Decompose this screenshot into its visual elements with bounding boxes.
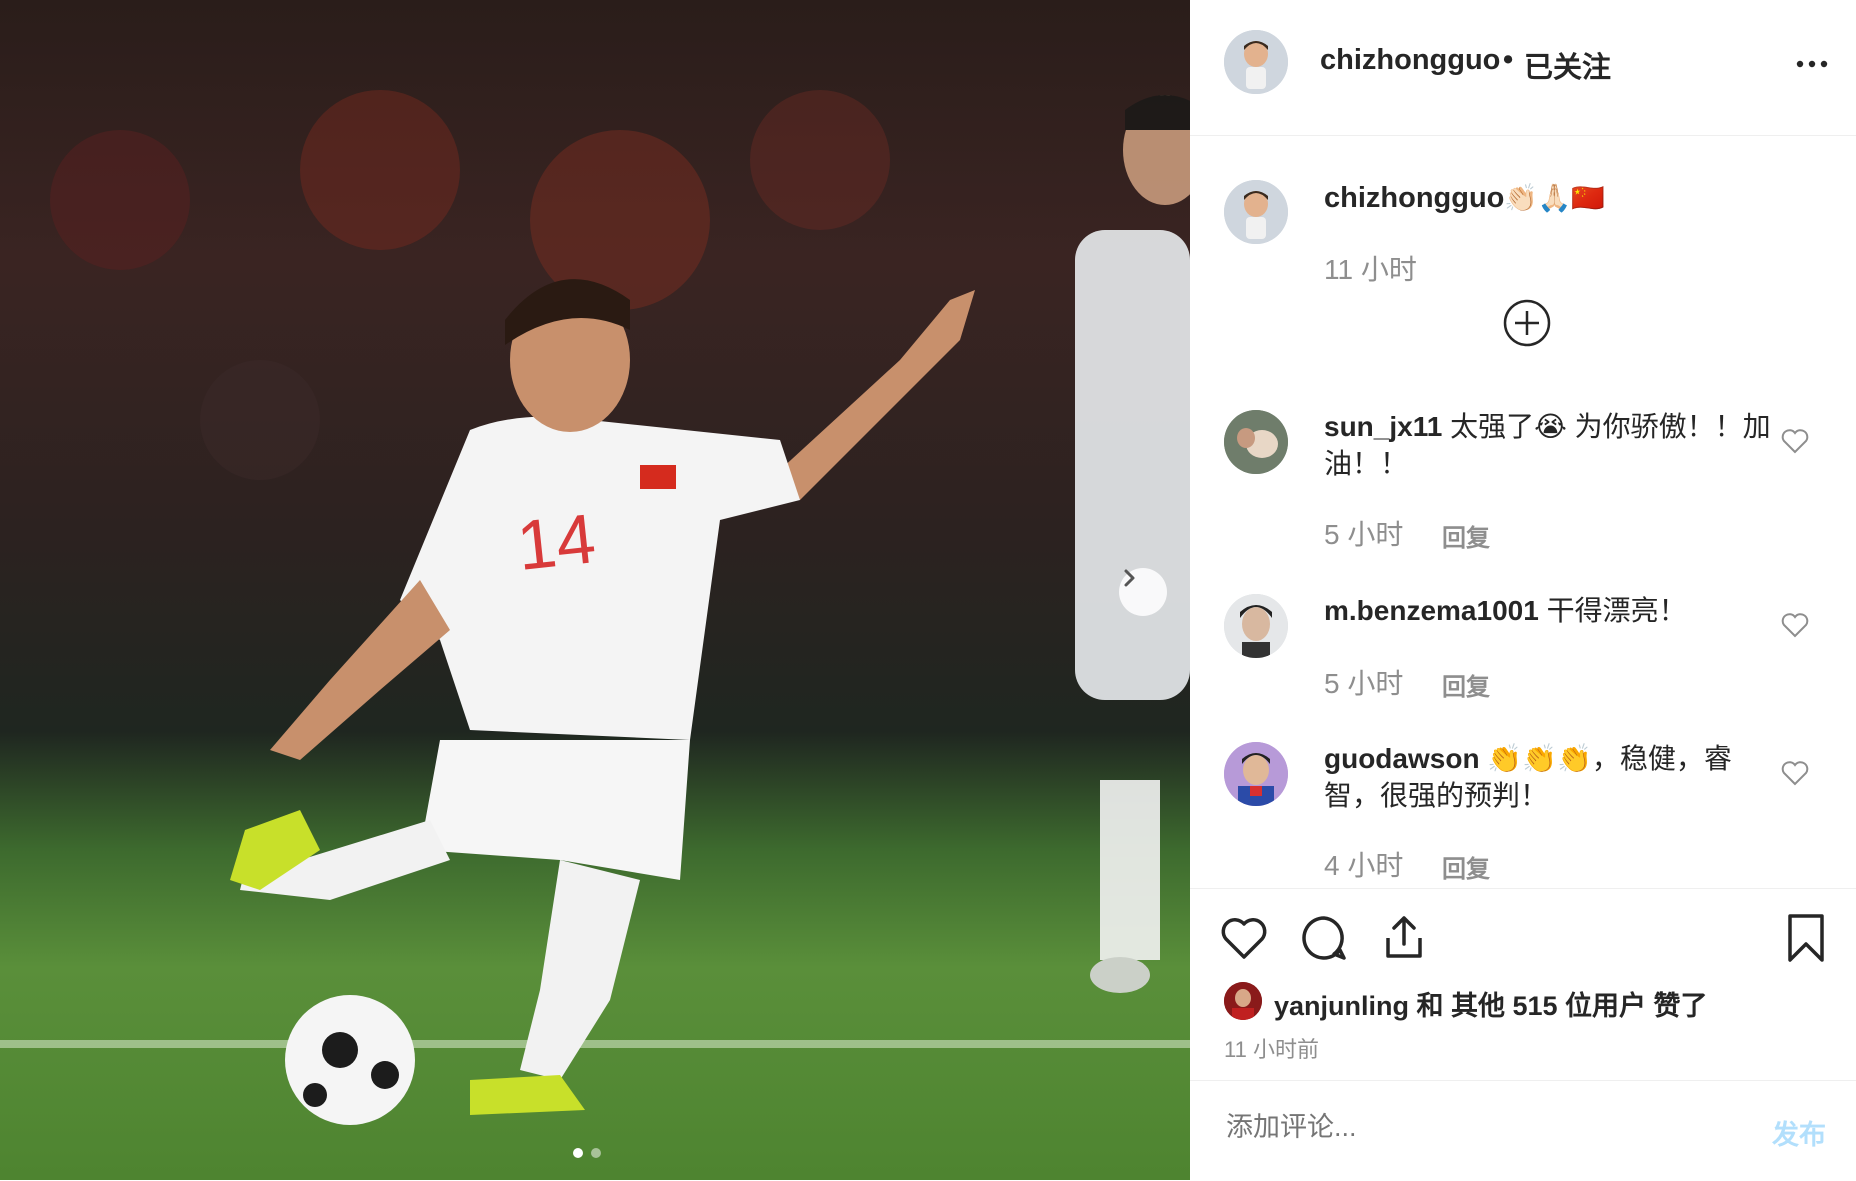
liker-username[interactable]: yanjunling — [1274, 991, 1409, 1021]
post-header: chizhongguo • 已关注 — [1190, 0, 1856, 136]
author-username[interactable]: chizhongguo — [1320, 44, 1500, 77]
avatar-image — [1224, 410, 1288, 474]
avatar-image — [1224, 180, 1288, 244]
author-avatar[interactable] — [1224, 30, 1288, 94]
liker-avatar[interactable] — [1224, 982, 1262, 1020]
like-comment-icon[interactable] — [1780, 758, 1810, 788]
comment-icon[interactable] — [1298, 912, 1350, 964]
comment-username[interactable]: guodawson — [1324, 743, 1480, 774]
caption-username[interactable]: chizhongguo — [1324, 182, 1504, 215]
comment-text: m.benzema1001 干得漂亮！ — [1324, 592, 1774, 629]
reply-button[interactable]: 回复 — [1442, 849, 1490, 884]
share-icon[interactable] — [1378, 912, 1430, 964]
caption-text: 👏🏻🙏🏻🇨🇳 — [1504, 183, 1605, 213]
carousel-dot — [591, 1148, 601, 1158]
more-options-icon[interactable] — [1794, 46, 1830, 82]
carousel-dot-active — [573, 1148, 583, 1158]
action-bar — [1190, 888, 1856, 889]
commenter-avatar[interactable] — [1224, 410, 1288, 474]
comment-body: 干得漂亮！ — [1538, 595, 1687, 626]
post-timestamp[interactable]: 11 小时前 — [1224, 1032, 1319, 1064]
add-comment-input[interactable] — [1224, 1111, 1668, 1144]
comment-username[interactable]: sun_jx11 — [1324, 411, 1442, 442]
likes-count-text[interactable]: 和 其他 515 位用户 赞了 — [1409, 991, 1708, 1021]
avatar-image — [1224, 30, 1288, 94]
avatar-image — [1224, 594, 1288, 658]
avatar-image — [1224, 742, 1288, 806]
photo-illustration: 14 — [0, 90, 1190, 1125]
follow-status-button[interactable]: 已关注 — [1524, 44, 1611, 86]
caption-time[interactable]: 11 小时 — [1324, 248, 1417, 288]
post-photo[interactable]: 14 — [0, 0, 1190, 1180]
comment-time[interactable]: 5 小时 — [1324, 513, 1403, 553]
chevron-right-icon — [1124, 569, 1135, 587]
post-comment-button[interactable]: 发布 — [1772, 1113, 1826, 1152]
commenter-avatar[interactable] — [1224, 594, 1288, 658]
post-side-panel: chizhongguo • 已关注 chizhongguo 👏🏻🙏🏻🇨🇳 11 … — [1190, 0, 1856, 1180]
like-icon[interactable] — [1218, 912, 1270, 964]
save-bookmark-icon[interactable] — [1780, 912, 1832, 964]
comment-text: guodawson 👏👏👏，稳健，睿智，很强的预判！ — [1324, 740, 1774, 814]
reply-button[interactable]: 回复 — [1442, 518, 1490, 553]
add-comment-row: 发布 — [1190, 1080, 1856, 1181]
caption-author-avatar[interactable] — [1224, 180, 1288, 244]
comment-text: sun_jx11 太强了😭 为你骄傲！！加油！！ — [1324, 408, 1774, 482]
comment-time[interactable]: 5 小时 — [1324, 662, 1403, 702]
comment-username[interactable]: m.benzema1001 — [1324, 595, 1539, 626]
reply-button[interactable]: 回复 — [1442, 667, 1490, 702]
likes-text: yanjunling 和 其他 515 位用户 赞了 — [1274, 984, 1708, 1023]
carousel-next-button[interactable] — [1119, 568, 1167, 616]
like-comment-icon[interactable] — [1780, 426, 1810, 456]
avatar-image — [1224, 982, 1262, 1020]
carousel-indicator — [573, 1148, 601, 1158]
commenter-avatar[interactable] — [1224, 742, 1288, 806]
load-more-comments-icon[interactable] — [1502, 298, 1552, 348]
svg-text:14: 14 — [513, 499, 599, 585]
comment-time[interactable]: 4 小时 — [1324, 844, 1403, 884]
header-separator: • — [1503, 44, 1514, 76]
like-comment-icon[interactable] — [1780, 610, 1810, 640]
